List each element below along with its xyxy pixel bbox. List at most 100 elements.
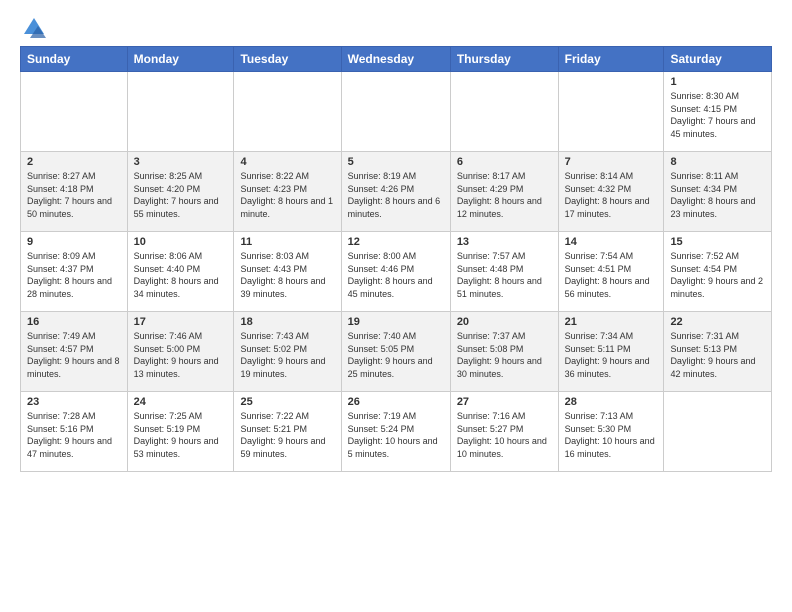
calendar-cell: 14 Sunrise: 7:54 AM Sunset: 4:51 PM Dayli…: [558, 232, 664, 312]
calendar-cell: 8 Sunrise: 8:11 AM Sunset: 4:34 PM Daylig…: [664, 152, 772, 232]
day-number: 24: [134, 396, 228, 408]
day-info: Sunrise: 7:22 AM Sunset: 5:21 PM Dayligh…: [240, 410, 334, 460]
day-number: 17: [134, 316, 228, 328]
calendar-cell: 16 Sunrise: 7:49 AM Sunset: 4:57 PM Dayli…: [21, 312, 128, 392]
calendar-cell: 22Sunrise: 7:31 AM Sunset: 5:13 PM Dayli…: [664, 312, 772, 392]
day-info: Sunrise: 7:13 AM Sunset: 5:30 PM Dayligh…: [565, 410, 658, 460]
calendar-cell: 28 Sunrise: 7:13 AM Sunset: 5:30 PM Dayli…: [558, 392, 664, 472]
day-info: Sunrise: 7:49 AM Sunset: 4:57 PM Dayligh…: [27, 330, 121, 380]
weekday-header: Saturday: [664, 47, 772, 72]
calendar-week-row: 2 Sunrise: 8:27 AM Sunset: 4:18 PM Daylig…: [21, 152, 772, 232]
day-info: Sunrise: 7:57 AM Sunset: 4:48 PM Dayligh…: [457, 250, 552, 300]
day-number: 2: [27, 156, 121, 168]
day-number: 21: [565, 316, 658, 328]
calendar-cell: 20 Sunrise: 7:37 AM Sunset: 5:08 PM Dayli…: [450, 312, 558, 392]
calendar-cell: 13 Sunrise: 7:57 AM Sunset: 4:48 PM Dayli…: [450, 232, 558, 312]
day-number: 6: [457, 156, 552, 168]
day-info: Sunrise: 8:11 AM Sunset: 4:34 PM Dayligh…: [670, 170, 765, 220]
weekday-header: Wednesday: [341, 47, 450, 72]
weekday-header: Friday: [558, 47, 664, 72]
calendar-cell: 1 Sunrise: 8:30 AM Sunset: 4:15 PM Daylig…: [664, 72, 772, 152]
calendar-cell: 21 Sunrise: 7:34 AM Sunset: 5:11 PM Dayli…: [558, 312, 664, 392]
day-number: 10: [134, 236, 228, 248]
header-area: [20, 16, 772, 36]
day-info: Sunrise: 7:37 AM Sunset: 5:08 PM Dayligh…: [457, 330, 552, 380]
day-number: 18: [240, 316, 334, 328]
day-info: Sunrise: 8:14 AM Sunset: 4:32 PM Dayligh…: [565, 170, 658, 220]
calendar-cell: 4Sunrise: 8:22 AM Sunset: 4:23 PM Daylig…: [234, 152, 341, 232]
calendar-cell: 27 Sunrise: 7:16 AM Sunset: 5:27 PM Dayli…: [450, 392, 558, 472]
day-number: 7: [565, 156, 658, 168]
day-number: 19: [348, 316, 444, 328]
calendar-cell: 18 Sunrise: 7:43 AM Sunset: 5:02 PM Dayli…: [234, 312, 341, 392]
calendar-cell: 3 Sunrise: 8:25 AM Sunset: 4:20 PM Daylig…: [127, 152, 234, 232]
calendar-cell: 5 Sunrise: 8:19 AM Sunset: 4:26 PM Daylig…: [341, 152, 450, 232]
day-info: Sunrise: 7:19 AM Sunset: 5:24 PM Dayligh…: [348, 410, 444, 460]
day-info: Sunrise: 7:16 AM Sunset: 5:27 PM Dayligh…: [457, 410, 552, 460]
day-info: Sunrise: 7:46 AM Sunset: 5:00 PM Dayligh…: [134, 330, 228, 380]
day-info: Sunrise: 8:03 AM Sunset: 4:43 PM Dayligh…: [240, 250, 334, 300]
day-info: Sunrise: 8:25 AM Sunset: 4:20 PM Dayligh…: [134, 170, 228, 220]
calendar-cell: [558, 72, 664, 152]
day-info: Sunrise: 8:19 AM Sunset: 4:26 PM Dayligh…: [348, 170, 444, 220]
day-number: 3: [134, 156, 228, 168]
calendar-week-row: 23 Sunrise: 7:28 AM Sunset: 5:16 PM Dayli…: [21, 392, 772, 472]
day-number: 13: [457, 236, 552, 248]
day-number: 9: [27, 236, 121, 248]
day-info: Sunrise: 7:25 AM Sunset: 5:19 PM Dayligh…: [134, 410, 228, 460]
day-number: 27: [457, 396, 552, 408]
calendar-cell: 24 Sunrise: 7:25 AM Sunset: 5:19 PM Dayli…: [127, 392, 234, 472]
calendar-cell: 17 Sunrise: 7:46 AM Sunset: 5:00 PM Dayli…: [127, 312, 234, 392]
day-number: 16: [27, 316, 121, 328]
day-number: 8: [670, 156, 765, 168]
calendar-cell: [341, 72, 450, 152]
calendar-cell: 9 Sunrise: 8:09 AM Sunset: 4:37 PM Daylig…: [21, 232, 128, 312]
day-number: 23: [27, 396, 121, 408]
calendar-cell: [450, 72, 558, 152]
day-number: 4: [240, 156, 334, 168]
day-info: Sunrise: 8:27 AM Sunset: 4:18 PM Dayligh…: [27, 170, 121, 220]
logo-icon: [22, 16, 46, 40]
calendar-cell: 19Sunrise: 7:40 AM Sunset: 5:05 PM Dayli…: [341, 312, 450, 392]
calendar-cell: 7 Sunrise: 8:14 AM Sunset: 4:32 PM Daylig…: [558, 152, 664, 232]
day-info: Sunrise: 8:09 AM Sunset: 4:37 PM Dayligh…: [27, 250, 121, 300]
day-info: Sunrise: 8:30 AM Sunset: 4:15 PM Dayligh…: [670, 90, 765, 140]
weekday-header: Thursday: [450, 47, 558, 72]
day-number: 12: [348, 236, 444, 248]
day-number: 14: [565, 236, 658, 248]
calendar-cell: [234, 72, 341, 152]
calendar-cell: [664, 392, 772, 472]
calendar-week-row: 16 Sunrise: 7:49 AM Sunset: 4:57 PM Dayli…: [21, 312, 772, 392]
day-number: 20: [457, 316, 552, 328]
calendar-cell: 25 Sunrise: 7:22 AM Sunset: 5:21 PM Dayli…: [234, 392, 341, 472]
day-info: Sunrise: 7:28 AM Sunset: 5:16 PM Dayligh…: [27, 410, 121, 460]
calendar-cell: [127, 72, 234, 152]
weekday-header: Monday: [127, 47, 234, 72]
weekday-header: Tuesday: [234, 47, 341, 72]
day-info: Sunrise: 8:17 AM Sunset: 4:29 PM Dayligh…: [457, 170, 552, 220]
logo: [20, 16, 46, 36]
day-info: Sunrise: 7:31 AM Sunset: 5:13 PM Dayligh…: [670, 330, 765, 380]
calendar-header-row: SundayMondayTuesdayWednesdayThursdayFrid…: [21, 47, 772, 72]
day-number: 28: [565, 396, 658, 408]
calendar-cell: 23 Sunrise: 7:28 AM Sunset: 5:16 PM Dayli…: [21, 392, 128, 472]
calendar-week-row: 9 Sunrise: 8:09 AM Sunset: 4:37 PM Daylig…: [21, 232, 772, 312]
calendar-cell: 12Sunrise: 8:00 AM Sunset: 4:46 PM Dayli…: [341, 232, 450, 312]
calendar-cell: [21, 72, 128, 152]
weekday-header: Sunday: [21, 47, 128, 72]
day-number: 1: [670, 76, 765, 88]
day-info: Sunrise: 7:34 AM Sunset: 5:11 PM Dayligh…: [565, 330, 658, 380]
day-info: Sunrise: 8:06 AM Sunset: 4:40 PM Dayligh…: [134, 250, 228, 300]
day-info: Sunrise: 7:52 AM Sunset: 4:54 PM Dayligh…: [670, 250, 765, 300]
calendar-week-row: 1 Sunrise: 8:30 AM Sunset: 4:15 PM Daylig…: [21, 72, 772, 152]
calendar-cell: 10 Sunrise: 8:06 AM Sunset: 4:40 PM Dayli…: [127, 232, 234, 312]
day-number: 11: [240, 236, 334, 248]
day-info: Sunrise: 7:43 AM Sunset: 5:02 PM Dayligh…: [240, 330, 334, 380]
page: SundayMondayTuesdayWednesdayThursdayFrid…: [0, 0, 792, 488]
day-info: Sunrise: 7:54 AM Sunset: 4:51 PM Dayligh…: [565, 250, 658, 300]
day-number: 5: [348, 156, 444, 168]
day-number: 25: [240, 396, 334, 408]
calendar-cell: 15Sunrise: 7:52 AM Sunset: 4:54 PM Dayli…: [664, 232, 772, 312]
calendar-cell: 6 Sunrise: 8:17 AM Sunset: 4:29 PM Daylig…: [450, 152, 558, 232]
calendar-cell: 26Sunrise: 7:19 AM Sunset: 5:24 PM Dayli…: [341, 392, 450, 472]
